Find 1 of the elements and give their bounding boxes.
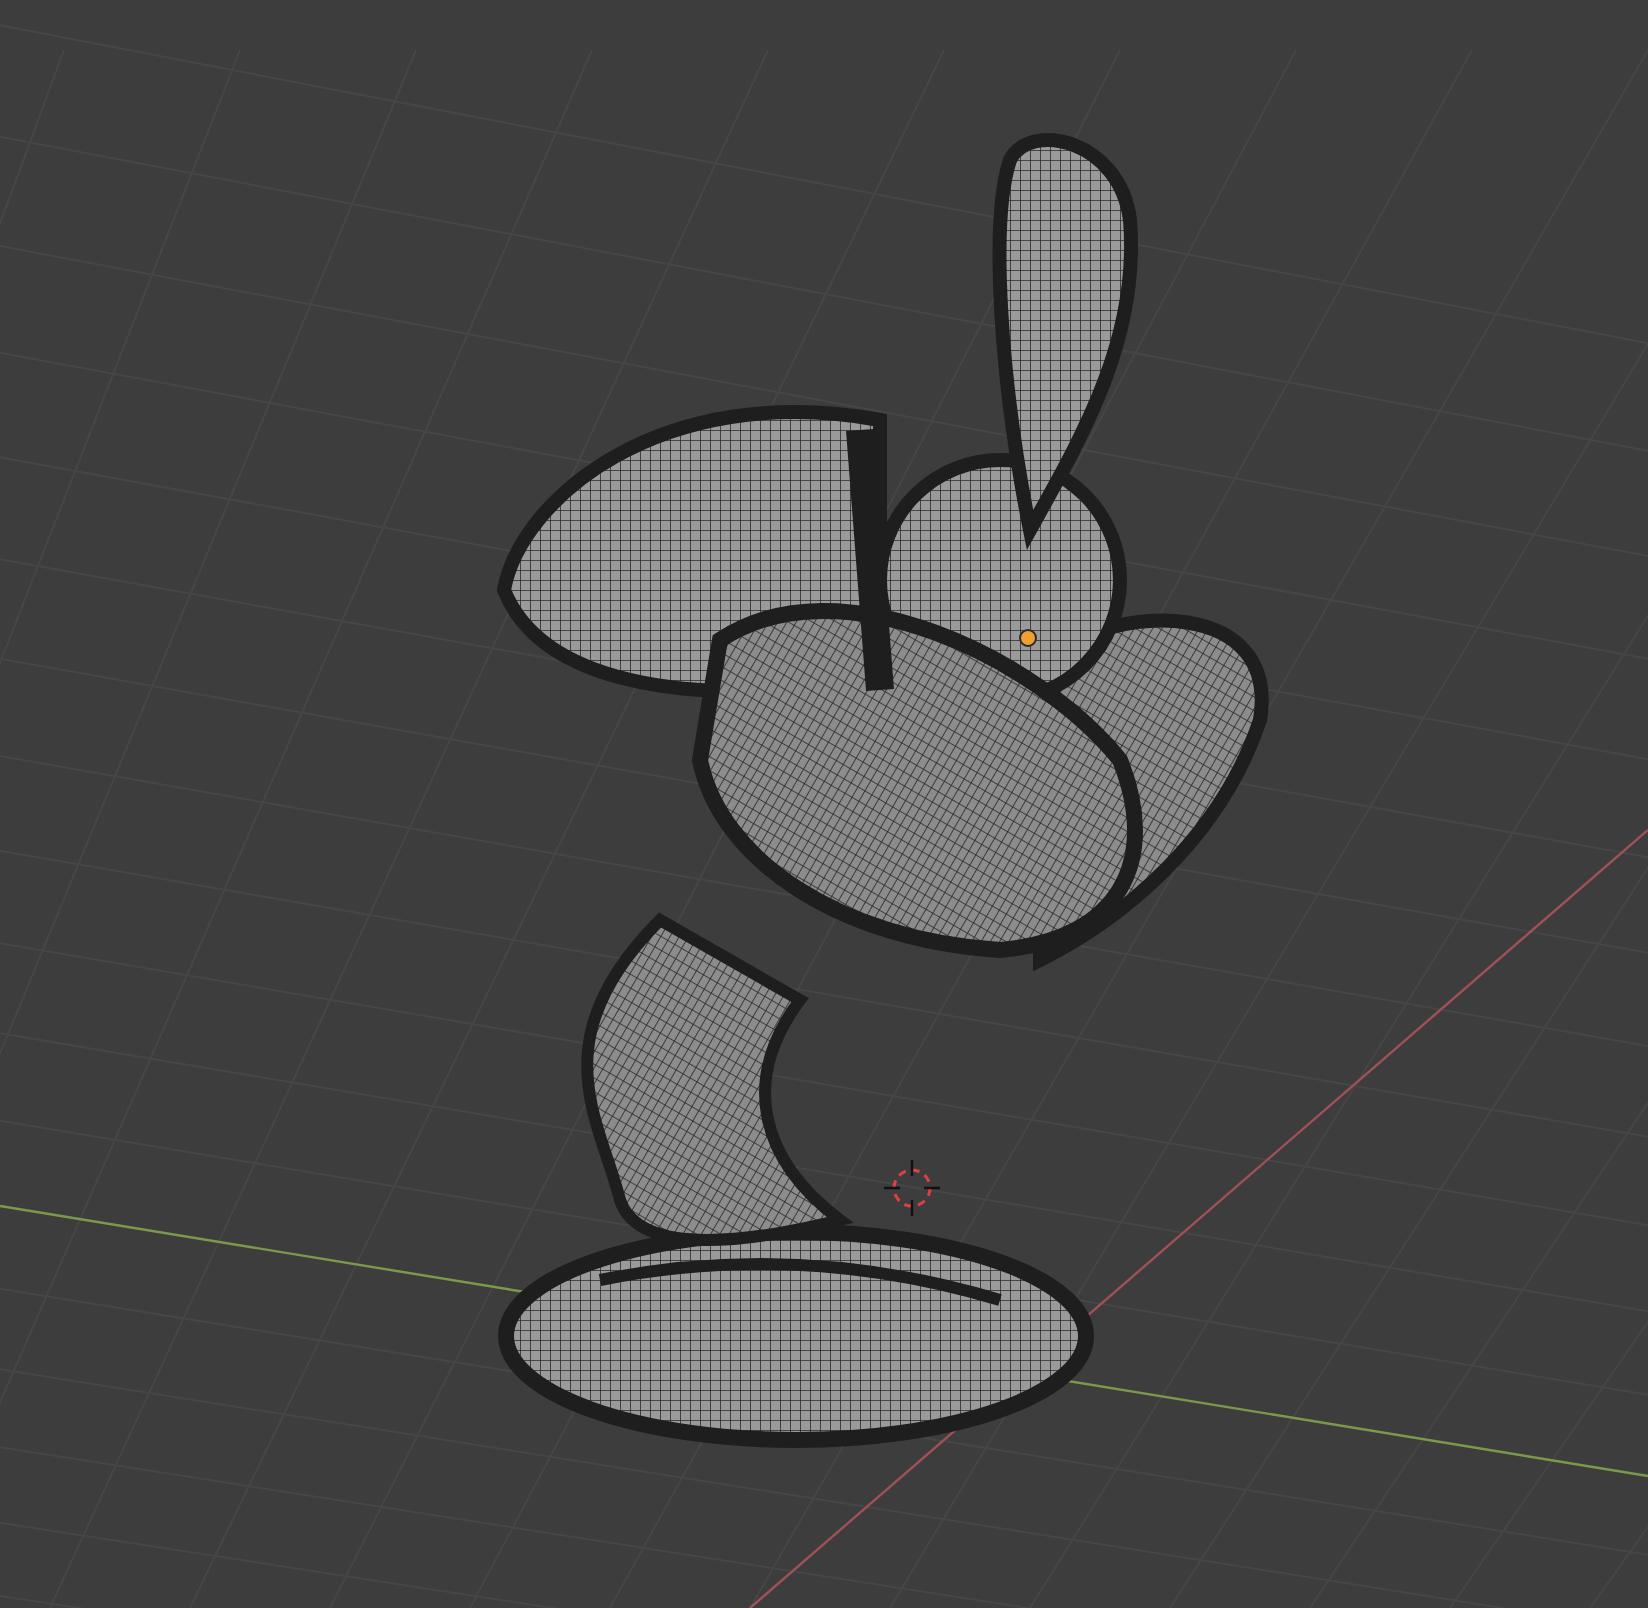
3d-cursor-icon[interactable]	[882, 1158, 942, 1218]
